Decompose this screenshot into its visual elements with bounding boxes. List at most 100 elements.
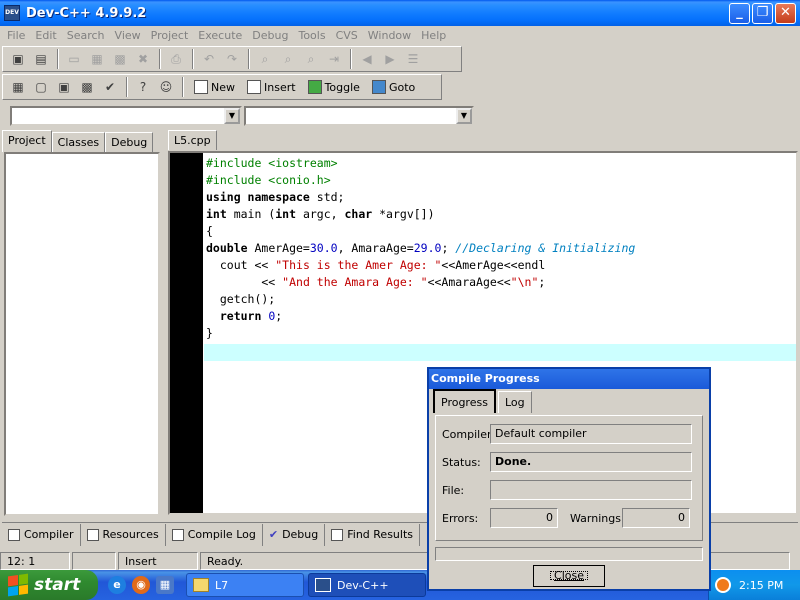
minimize-button[interactable]: _ xyxy=(729,3,750,24)
tab-compile-log[interactable]: Compile Log xyxy=(166,523,263,546)
print-icon[interactable]: ⎙ xyxy=(165,48,187,70)
compiler-icon xyxy=(8,528,20,541)
tab-debug-label: Debug xyxy=(282,528,319,541)
toggle-button[interactable]: Toggle xyxy=(302,76,366,98)
status-position: 12: 1 xyxy=(0,552,70,570)
tab-log[interactable]: Log xyxy=(497,391,532,413)
tab-classes[interactable]: Classes xyxy=(51,132,106,152)
close-button[interactable]: ✕ xyxy=(775,3,796,24)
bookmark-toggle-icon xyxy=(307,80,322,94)
code-line: int main (int argc, char *argv[]) xyxy=(206,207,435,221)
about-icon[interactable]: ☺ xyxy=(155,76,177,98)
status-empty xyxy=(72,552,116,570)
new-button-label: New xyxy=(211,80,235,94)
tab-compile-log-label: Compile Log xyxy=(187,528,256,541)
code-line: { xyxy=(206,224,213,238)
new-button[interactable]: New xyxy=(188,76,241,98)
menu-project[interactable]: Project xyxy=(146,29,194,42)
clock[interactable]: 2:15 PM xyxy=(739,579,783,592)
tab-find-results[interactable]: Find Results xyxy=(325,523,421,546)
maximize-button[interactable]: ❐ xyxy=(752,3,773,24)
chevron-down-icon[interactable]: ▼ xyxy=(224,108,240,124)
taskbar-item-devcpp[interactable]: Dev-C++ xyxy=(308,573,426,597)
devcpp-app-icon[interactable]: DEV xyxy=(4,5,20,21)
devcpp-icon xyxy=(315,578,331,592)
replace-icon[interactable]: ⌕ xyxy=(277,48,299,70)
toggle-button-label: Toggle xyxy=(324,80,360,94)
menu-help[interactable]: Help xyxy=(416,29,451,42)
goto-button-label: Goto xyxy=(388,80,416,94)
undo-icon[interactable]: ↶ xyxy=(198,48,220,70)
menu-tools[interactable]: Tools xyxy=(293,29,330,42)
save-all-icon[interactable]: ▩ xyxy=(109,48,131,70)
close-dialog-button[interactable]: Close xyxy=(533,565,605,587)
editor-tab[interactable]: L5.cpp xyxy=(168,130,217,150)
errors-label: Errors: xyxy=(442,511,479,525)
code-line: #include <iostream> xyxy=(206,156,338,170)
find-icon[interactable]: ⌕ xyxy=(254,48,276,70)
toolbar-separator xyxy=(126,77,128,97)
find-next-icon[interactable]: ⌕ xyxy=(300,48,322,70)
redo-icon[interactable]: ↷ xyxy=(221,48,243,70)
current-line-highlight xyxy=(204,344,796,361)
list-icon[interactable]: ☰ xyxy=(402,48,424,70)
menu-search[interactable]: Search xyxy=(62,29,110,42)
chevron-down-icon[interactable]: ▼ xyxy=(456,108,472,124)
new-file-icon[interactable]: ▭ xyxy=(63,48,85,70)
tab-debug[interactable]: Debug xyxy=(105,132,154,152)
compile-progress-bar xyxy=(435,547,703,561)
menu-cvs[interactable]: CVS xyxy=(331,29,363,42)
taskbar-item-label: L7 xyxy=(215,578,229,592)
tray-app-icon[interactable] xyxy=(715,577,731,593)
start-button[interactable]: start xyxy=(0,570,98,600)
code-line: using namespace std; xyxy=(206,190,345,204)
forward-icon[interactable]: ▶ xyxy=(379,48,401,70)
compile-run-icon[interactable]: ▣ xyxy=(53,76,75,98)
compiler-row: Compiler: Default compiler xyxy=(442,424,692,444)
app-launcher-icon[interactable]: ▦ xyxy=(156,576,174,594)
windows-flag-icon xyxy=(8,573,28,597)
member-combo[interactable]: ▼ xyxy=(244,106,474,126)
save-icon[interactable]: ▦ xyxy=(86,48,108,70)
compile-icon[interactable]: ▦ xyxy=(7,76,29,98)
help-icon[interactable]: ? xyxy=(132,76,154,98)
open-file-icon[interactable]: ▤ xyxy=(30,48,52,70)
goto-button[interactable]: Goto xyxy=(366,76,421,98)
project-tree-pane[interactable] xyxy=(4,152,160,516)
compile-progress-dialog: Compile Progress Progress Log Compiler: … xyxy=(427,367,711,591)
toolbar-separator xyxy=(57,49,59,69)
open-project-icon[interactable]: ▣ xyxy=(7,48,29,70)
file-row: File: xyxy=(442,480,692,500)
menu-execute[interactable]: Execute xyxy=(193,29,247,42)
menu-debug[interactable]: Debug xyxy=(247,29,293,42)
goto-bookmark-icon xyxy=(371,80,386,94)
goto-line-icon[interactable]: ⇥ xyxy=(323,48,345,70)
class-combo[interactable]: ▼ xyxy=(10,106,242,126)
code-line: getch(); xyxy=(206,292,276,306)
menu-view[interactable]: View xyxy=(110,29,146,42)
insert-button[interactable]: Insert xyxy=(241,76,302,98)
dialog-title[interactable]: Compile Progress xyxy=(429,369,709,389)
toolbar-separator xyxy=(248,49,250,69)
code-text[interactable]: #include <iostream> #include <conio.h> u… xyxy=(206,155,635,342)
back-icon[interactable]: ◀ xyxy=(356,48,378,70)
menu-edit[interactable]: Edit xyxy=(30,29,61,42)
check-syntax-icon[interactable]: ✔ xyxy=(99,76,121,98)
code-line: << "And the Amara Age: "<<AmaraAge<<"\n"… xyxy=(206,275,546,289)
taskbar-item-l7[interactable]: L7 xyxy=(186,573,304,597)
menu-file[interactable]: File xyxy=(2,29,30,42)
editor-gutter[interactable] xyxy=(170,153,203,513)
tab-resources[interactable]: Resources xyxy=(81,523,166,546)
close-file-icon[interactable]: ✖ xyxy=(132,48,154,70)
toolbar-separator xyxy=(192,49,194,69)
rebuild-all-icon[interactable]: ▩ xyxy=(76,76,98,98)
run-icon[interactable]: ▢ xyxy=(30,76,52,98)
tab-compiler[interactable]: Compiler xyxy=(2,523,81,546)
tab-project[interactable]: Project xyxy=(2,130,52,152)
internet-explorer-icon[interactable]: e xyxy=(108,576,126,594)
menu-window[interactable]: Window xyxy=(363,29,416,42)
title-bar[interactable]: DEV Dev-C++ 4.9.9.2 _ ❐ ✕ xyxy=(0,0,800,26)
firefox-icon[interactable]: ◉ xyxy=(132,576,150,594)
tab-progress[interactable]: Progress xyxy=(433,389,496,413)
tab-debug-output[interactable]: ✔ Debug xyxy=(263,523,326,546)
